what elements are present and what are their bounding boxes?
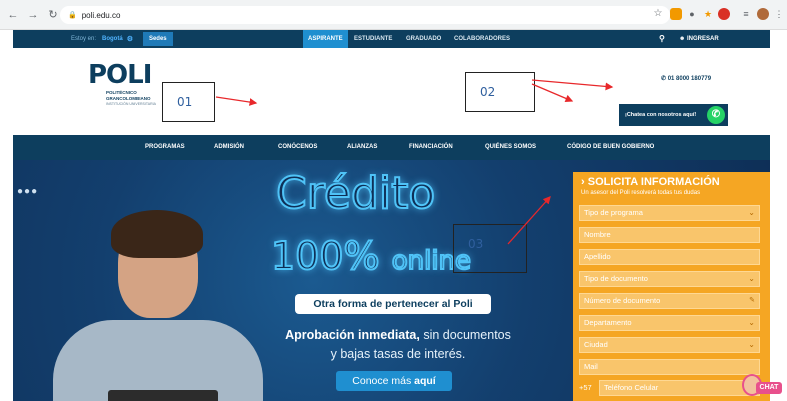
cta-text: Conoce más <box>352 375 415 387</box>
cta-bold: aquí <box>414 375 436 387</box>
last-name-input[interactable]: Apellido <box>579 249 760 265</box>
department-select[interactable]: Departamento ⌄ <box>579 315 760 331</box>
hero-person-image <box>53 320 263 401</box>
email-input[interactable]: Mail <box>579 359 760 375</box>
chevron-down-icon: ⌄ <box>748 340 755 349</box>
phone-prefix: +57 <box>579 383 592 392</box>
browser-toolbar: ← → ↻ 🔒 poli.edu.co ☆ ● ★ ≡ ⋮ <box>0 0 787 30</box>
chat-widget-button[interactable]: CHAT <box>742 374 782 400</box>
extension-icon[interactable]: ≡ <box>740 8 752 20</box>
hero-description-text: sin documentos <box>419 328 511 342</box>
chat-widget-label: CHAT <box>756 382 782 394</box>
extension-icon[interactable] <box>670 8 682 20</box>
menu-icon[interactable]: ⋮ <box>773 8 785 20</box>
sedes-button[interactable]: Sedes <box>142 32 173 46</box>
conoce-mas-button[interactable]: Conoce más aquí <box>336 371 452 391</box>
document-type-select[interactable]: Tipo de documento ⌄ <box>579 271 760 287</box>
url-text: poli.edu.co <box>81 10 121 20</box>
tab-colaboradores[interactable]: COLABORADORES <box>449 30 515 48</box>
field-placeholder: Nombre <box>584 230 611 239</box>
city-select[interactable]: Ciudad ⌄ <box>579 337 760 353</box>
hero-online-text: 100% online <box>270 233 472 279</box>
extension-icon[interactable]: ● <box>686 8 698 20</box>
field-placeholder: Número de documento <box>584 296 661 305</box>
chevron-down-icon: ⌄ <box>748 318 755 327</box>
chevron-down-icon: ⌄ <box>748 274 755 283</box>
city-selector[interactable]: Bogotá <box>102 36 123 42</box>
bookmark-star-icon[interactable]: ☆ <box>652 8 664 20</box>
field-placeholder: Apellido <box>584 252 611 261</box>
tab-aspirante[interactable]: ASPIRANTE <box>303 30 348 48</box>
hero-description-bold: Aprobación inmediata, <box>285 328 420 342</box>
phone-text: 01 8000 180779 <box>667 76 712 82</box>
first-name-input[interactable]: Nombre <box>579 227 760 243</box>
hero-description: Aprobación inmediata, sin documentos y b… <box>263 326 533 364</box>
annotation-box: 01 <box>162 82 215 122</box>
site-header: POLI POLITÉCNICO GRANCOLOMBIANO INSTITUC… <box>13 48 770 135</box>
main-menu: PROGRAMAS ADMISIÓN CONÓCENOS ALIANZAS FI… <box>13 135 770 160</box>
menu-item-alianzas[interactable]: ALIANZAS <box>347 135 377 160</box>
field-label: Tipo de documento <box>584 274 648 283</box>
program-type-select[interactable]: Tipo de programa ⌄ <box>579 205 760 221</box>
hero-laptop-image <box>108 390 218 401</box>
login-button[interactable]: ☻ INGRESAR <box>679 30 719 48</box>
hero-tagline: Otra forma de pertenecer al Poli <box>295 294 491 314</box>
hero-banner: ●●● Crédito 100% online 03 Otra forma de… <box>13 160 770 401</box>
hero-title: Crédito <box>275 167 436 220</box>
field-label: Tipo de programa <box>584 208 643 217</box>
chevron-right-icon: › <box>581 176 588 188</box>
field-label: Departamento <box>584 318 632 327</box>
user-icon: ☻ <box>679 36 687 42</box>
carousel-dots[interactable]: ●●● <box>17 186 38 197</box>
info-request-form: › SOLICITA INFORMACIÓN Un asesor del Pol… <box>573 172 770 401</box>
logo-mark: POLI <box>88 60 152 90</box>
form-subtitle: Un asesor del Poli resolverá todas tus d… <box>581 190 701 196</box>
menu-item-quienes-somos[interactable]: QUIÉNES SOMOS <box>485 135 536 160</box>
form-title-text: SOLICITA INFORMACIÓN <box>587 176 720 188</box>
mobile-phone-input[interactable]: Teléfono Celular <box>599 380 760 396</box>
field-placeholder: Teléfono Celular <box>604 383 659 392</box>
menu-item-programas[interactable]: PROGRAMAS <box>145 135 185 160</box>
tab-graduado[interactable]: GRADUADO <box>401 30 446 48</box>
logo-line: POLITÉCNICO <box>106 90 137 95</box>
location-label: Estoy en: <box>71 36 97 42</box>
phone-number[interactable]: ✆ 01 8000 180779 <box>661 75 711 82</box>
top-navigation: Estoy en: Bogotá ⚙ Sedes ASPIRANTE ESTUD… <box>13 30 770 53</box>
back-icon[interactable]: ← <box>6 8 20 22</box>
field-label: Ciudad <box>584 340 608 349</box>
menu-item-financiacion[interactable]: FINANCIACIÓN <box>409 135 453 160</box>
extension-icon[interactable] <box>718 8 730 20</box>
chevron-down-icon: ⌄ <box>748 208 755 217</box>
lock-icon: 🔒 <box>68 12 77 19</box>
page: ← → ↻ 🔒 poli.edu.co ☆ ● ★ ≡ ⋮ Estoy en: … <box>0 0 787 401</box>
chat-button-label: ¡Chatea con nosotros aquí! <box>625 112 697 118</box>
phone-icon: ✆ <box>661 76 668 82</box>
extension-icon[interactable]: ★ <box>702 8 714 20</box>
menu-item-conocenos[interactable]: CONÓCENOS <box>278 135 317 160</box>
login-label: INGRESAR <box>686 36 719 42</box>
menu-item-admision[interactable]: ADMISIÓN <box>214 135 244 160</box>
hero-person-image <box>111 210 203 258</box>
tab-estudiante[interactable]: ESTUDIANTE <box>349 30 397 48</box>
hero-description-line2: y bajas tasas de interés. <box>330 347 466 361</box>
key-icon: ✎ <box>749 297 755 304</box>
logo-line: INSTITUCIÓN UNIVERSITARIA <box>106 102 156 106</box>
document-number-input[interactable]: Número de documento ✎ <box>579 293 760 309</box>
search-icon[interactable]: ⚲ <box>659 30 665 48</box>
reload-icon[interactable]: ↻ <box>46 8 60 22</box>
hero-online-big: 100% <box>270 233 381 279</box>
annotation-box: 02 <box>465 72 535 112</box>
field-placeholder: Mail <box>584 362 598 371</box>
logo-line: GRANCOLOMBIANO <box>106 96 151 101</box>
gear-icon[interactable]: ⚙ <box>127 35 133 43</box>
forward-icon[interactable]: → <box>26 8 40 22</box>
menu-item-codigo-buen-gobierno[interactable]: CÓDIGO DE BUEN GOBIERNO <box>567 135 654 160</box>
whatsapp-icon: ✆ <box>707 106 725 124</box>
profile-avatar[interactable] <box>757 8 769 20</box>
form-title: › SOLICITA INFORMACIÓN <box>581 176 720 188</box>
address-bar[interactable]: 🔒 poli.edu.co <box>60 6 670 24</box>
chat-whatsapp-button[interactable]: ¡Chatea con nosotros aquí! ✆ <box>619 104 728 126</box>
annotation-box: 03 <box>453 224 527 273</box>
